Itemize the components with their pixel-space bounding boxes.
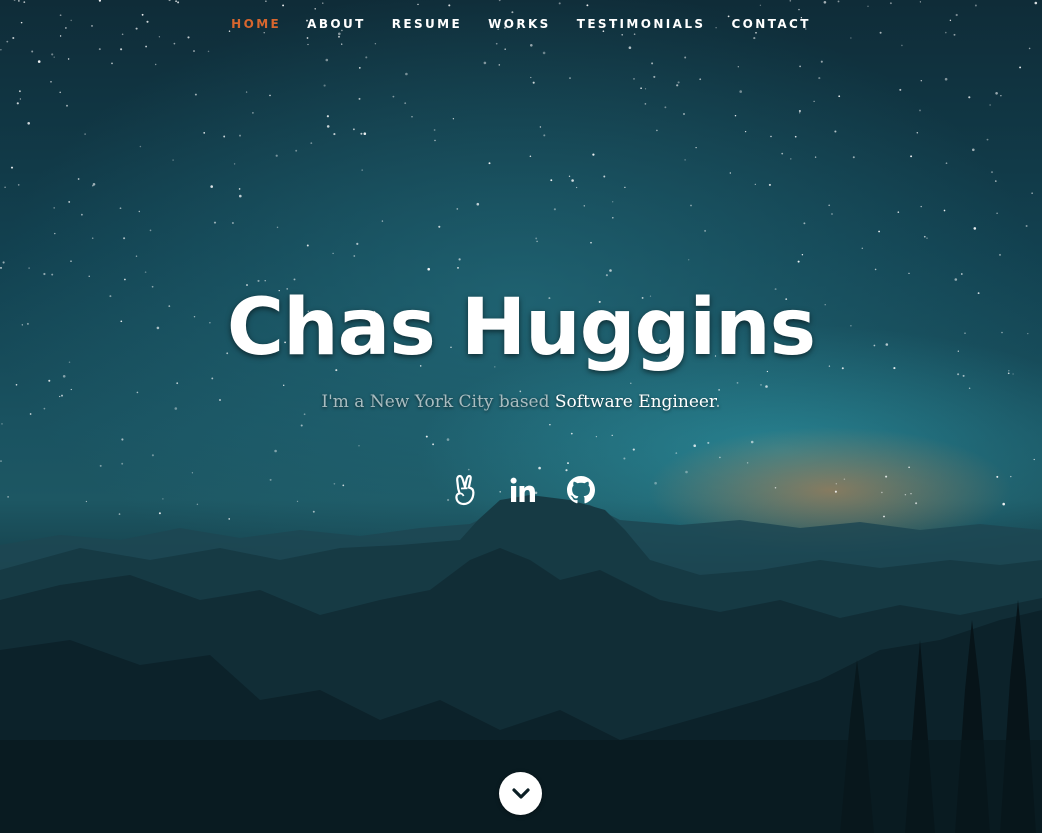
hero-name-heading: Chas Huggins [226, 283, 816, 373]
angellist-icon[interactable] [450, 470, 480, 510]
github-icon[interactable] [566, 470, 596, 510]
mountain-landscape-background [0, 495, 1042, 833]
hero-intro-text: I'm a New York City based Software Engin… [0, 390, 1042, 414]
nav-home-link[interactable]: HOME [218, 12, 294, 36]
social-links [0, 470, 1042, 510]
linkedin-icon[interactable] [508, 470, 538, 510]
nav-contact-link[interactable]: CONTACT [718, 12, 823, 36]
nav-resume-link[interactable]: RESUME [379, 12, 475, 36]
scroll-down-button[interactable] [499, 772, 542, 815]
nav-works-link[interactable]: WORKS [475, 12, 564, 36]
chevron-down-icon [511, 787, 530, 799]
main-nav: HOME ABOUT RESUME WORKS TESTIMONIALS CON… [0, 12, 1042, 36]
nav-about-link[interactable]: ABOUT [294, 12, 379, 36]
intro-suffix: . [715, 392, 721, 412]
nav-testimonials-link[interactable]: TESTIMONIALS [564, 12, 719, 36]
banner: Chas Huggins I'm a New York City based S… [0, 278, 1042, 414]
hero-section: HOME ABOUT RESUME WORKS TESTIMONIALS CON… [0, 0, 1042, 833]
intro-highlight: Software Engineer [554, 392, 716, 412]
intro-prefix: I'm a New York City based [321, 392, 555, 412]
